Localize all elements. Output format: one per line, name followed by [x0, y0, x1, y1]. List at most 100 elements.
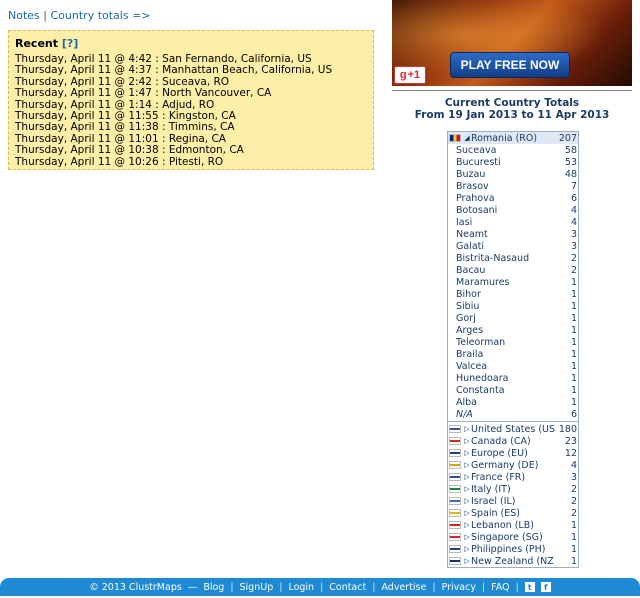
country-row[interactable]: ▷ Singapore (SG) 1	[448, 531, 578, 543]
country-name: France (FR)	[471, 471, 526, 483]
region-row: Constanta 1	[448, 384, 578, 396]
country-flag-icon	[449, 461, 461, 469]
country-row[interactable]: ▷ United States (US) 180	[448, 423, 578, 435]
country-flag-icon	[449, 425, 461, 433]
country-count: 180	[558, 423, 577, 435]
recent-heading: Recent	[15, 37, 59, 50]
country-flag-icon	[449, 449, 461, 457]
region-count: 2	[570, 252, 577, 264]
country-row[interactable]: ▷ Italy (IT) 2	[448, 483, 578, 495]
region-count: 1	[570, 360, 577, 372]
country-name: Israel (IL)	[471, 495, 516, 507]
footer-pipe: |	[279, 581, 283, 593]
recent-visit-row: Thursday, April 11 @ 10:26 : Pitesti, RO	[15, 155, 224, 168]
region-row: Gorj 1	[448, 312, 578, 324]
country-row[interactable]: ▷ France (FR) 3	[448, 471, 578, 483]
region-count: 3	[570, 240, 577, 252]
country-row[interactable]: ▷ Spain (ES) 2	[448, 507, 578, 519]
country-count: 23	[564, 435, 577, 447]
recent-list: Thursday, April 11 @ 4:42 : San Fernando…	[15, 53, 367, 168]
footer-link-privacy[interactable]: Privacy	[442, 582, 476, 593]
region-count: 1	[570, 396, 577, 408]
footer-link-signup[interactable]: SignUp	[240, 582, 274, 593]
notes-link[interactable]: Notes	[8, 9, 40, 22]
expand-triangle-icon[interactable]: ▷	[463, 437, 471, 445]
footer-dash: —	[187, 581, 198, 593]
expand-triangle-icon[interactable]: ▷	[463, 473, 471, 481]
country-totals-link[interactable]: Country totals =>	[51, 9, 151, 22]
expand-triangle-icon[interactable]: ▷	[463, 461, 471, 469]
region-name: Prahova	[456, 192, 495, 204]
region-count: 6	[570, 408, 577, 420]
recent-visit-row: Thursday, April 11 @ 1:47 : North Vancou…	[15, 87, 272, 100]
region-row: Valcea 1	[448, 360, 578, 372]
country-row[interactable]: ▷ Germany (DE) 4	[448, 459, 578, 471]
google-plus-one-button[interactable]: g +1	[394, 66, 426, 84]
region-count: 1	[570, 276, 577, 288]
country-totals-heading: Current Country Totals From 19 Jan 2013 …	[392, 97, 632, 121]
country-count: 1	[570, 531, 577, 543]
footer-pipe: |	[481, 581, 486, 593]
totals-title: Current Country Totals	[444, 97, 580, 109]
footer-link-login[interactable]: Login	[288, 582, 314, 593]
region-row: Alba 1	[448, 396, 578, 408]
region-name: Hunedoara	[456, 372, 509, 384]
country-flag-icon	[449, 509, 461, 517]
region-count: 7	[570, 180, 577, 192]
country-count: 3	[570, 471, 577, 483]
google-plus-icon: g	[399, 69, 407, 81]
country-count: 12	[564, 447, 577, 459]
country-count: 1	[570, 555, 577, 567]
country-row[interactable]: ▷ New Zealand (NZ) 1	[448, 555, 578, 567]
country-row[interactable]: ▷ Lebanon (LB) 1	[448, 519, 578, 531]
game-advertisement[interactable]: PLAY FREE NOW g +1	[392, 0, 632, 86]
play-free-now-button[interactable]: PLAY FREE NOW	[450, 52, 570, 78]
country-row[interactable]: ▷ Israel (IL) 2	[448, 495, 578, 507]
expand-triangle-icon[interactable]: ▷	[463, 557, 471, 565]
region-count: 1	[570, 348, 577, 360]
region-name: Neamt	[456, 228, 488, 240]
region-name: Buzau	[456, 168, 486, 180]
expand-triangle-icon[interactable]: ▷	[463, 545, 471, 553]
region-row: Hunedoara 1	[448, 372, 578, 384]
country-name: Philippines (PH)	[471, 543, 546, 555]
expand-triangle-icon[interactable]: ▷	[463, 485, 471, 493]
country-name: Spain (ES)	[471, 507, 521, 519]
country-name: Singapore (SG)	[471, 531, 543, 543]
country-flag-icon	[449, 485, 461, 493]
region-row: Sibiu 1	[448, 300, 578, 312]
expand-triangle-icon[interactable]: ▷	[463, 509, 471, 517]
footer-link-contact[interactable]: Contact	[329, 582, 366, 593]
region-name: Suceava	[456, 144, 497, 156]
country-row[interactable]: ▷ Canada (CA) 23	[448, 435, 578, 447]
country-flag-icon	[449, 437, 461, 445]
twitter-icon[interactable]: t	[524, 582, 535, 592]
region-count: 4	[570, 204, 577, 216]
region-count: 58	[564, 144, 577, 156]
country-name: New Zealand (NZ)	[471, 555, 555, 567]
region-count: 53	[564, 156, 577, 168]
country-row-romania[interactable]: ◢ Romania (RO) 207	[448, 132, 578, 144]
recent-help-link[interactable]: [?]	[62, 37, 78, 50]
link-separator: |	[43, 9, 47, 22]
country-row[interactable]: ▷ Europe (EU) 12	[448, 447, 578, 459]
region-count: 1	[570, 312, 577, 324]
expand-triangle-icon[interactable]: ▷	[463, 425, 471, 433]
footer-link-blog[interactable]: Blog	[203, 582, 224, 593]
footer-link-faq[interactable]: FAQ	[491, 582, 509, 593]
region-list: Suceava 58 Bucuresti 53 Buzau 48 Brasov 7 Prahov…	[448, 144, 578, 420]
region-name: Iasi	[456, 216, 473, 228]
expand-triangle-icon[interactable]: ▷	[463, 449, 471, 457]
expand-triangle-icon[interactable]: ▷	[463, 497, 471, 505]
facebook-icon[interactable]: f	[540, 582, 551, 592]
country-name: Lebanon (LB)	[471, 519, 534, 531]
country-name: Italy (IT)	[471, 483, 511, 495]
footer-link-advertise[interactable]: Advertise	[381, 582, 426, 593]
region-row: Suceava 58	[448, 144, 578, 156]
country-flag-icon	[449, 545, 461, 553]
country-flag-icon	[449, 473, 461, 481]
expand-triangle-icon[interactable]: ▷	[463, 533, 471, 541]
collapse-triangle-icon[interactable]: ◢	[463, 134, 471, 142]
expand-triangle-icon[interactable]: ▷	[463, 521, 471, 529]
country-row[interactable]: ▷ Philippines (PH) 1	[448, 543, 578, 555]
